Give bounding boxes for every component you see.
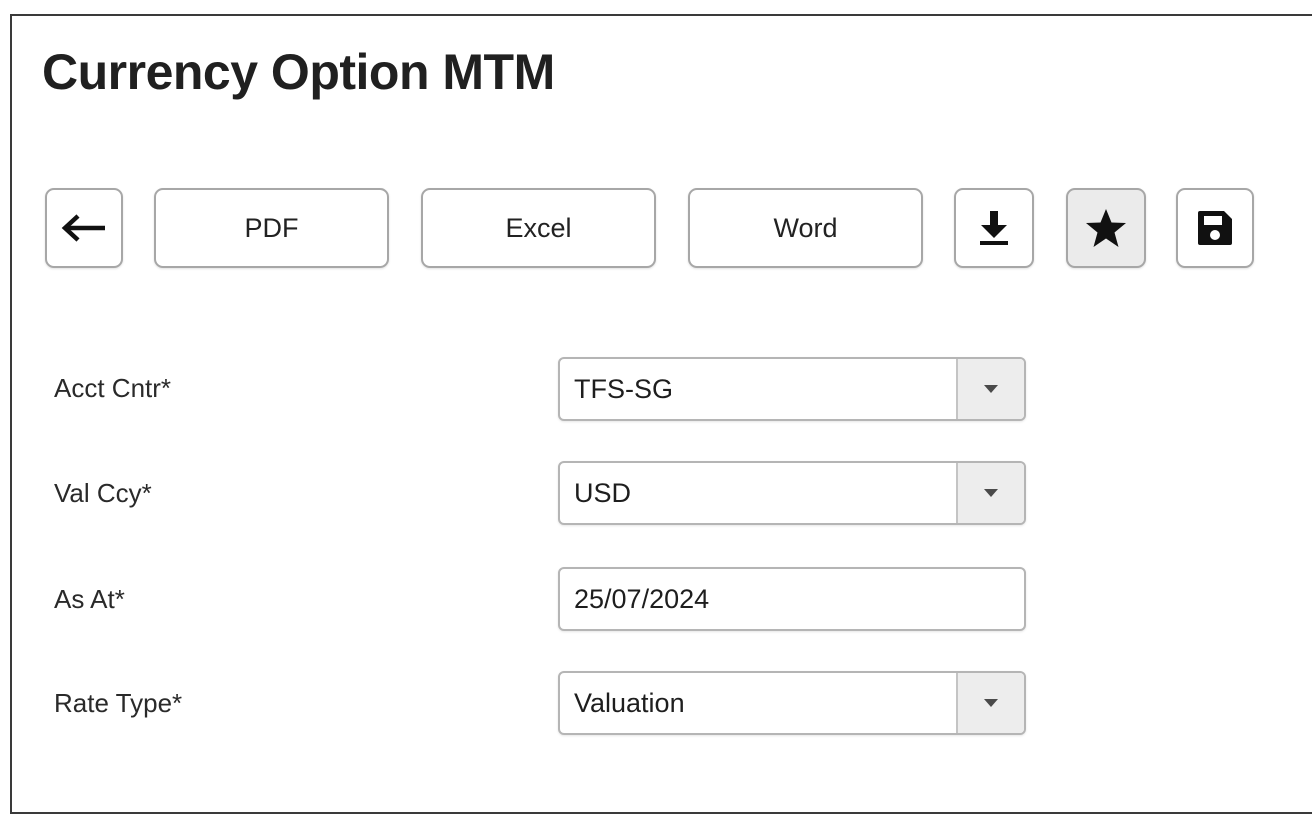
acct-cntr-dropdown-button[interactable] xyxy=(956,359,1024,419)
as-at-date-field[interactable] xyxy=(558,567,1026,631)
pdf-button[interactable]: PDF xyxy=(154,188,389,268)
rate-type-select[interactable]: Valuation xyxy=(558,671,1026,735)
favorite-button[interactable] xyxy=(1066,188,1146,268)
acct-cntr-label: Acct Cntr* xyxy=(54,373,172,403)
val-ccy-select[interactable]: USD xyxy=(558,461,1026,525)
acct-cntr-value: TFS-SG xyxy=(574,373,673,404)
page-title: Currency Option MTM xyxy=(42,44,555,100)
acct-cntr-select[interactable]: TFS-SG xyxy=(558,357,1026,421)
val-ccy-label: Val Ccy* xyxy=(54,478,152,508)
back-button[interactable] xyxy=(45,188,123,268)
download-button[interactable] xyxy=(954,188,1034,268)
as-at-label: As At* xyxy=(54,584,125,614)
as-at-input[interactable] xyxy=(574,583,1024,615)
rate-type-label: Rate Type* xyxy=(54,688,183,718)
chevron-down-icon xyxy=(984,385,998,393)
download-icon xyxy=(976,208,1012,248)
rate-type-value: Valuation xyxy=(574,687,685,718)
excel-button[interactable]: Excel xyxy=(421,188,656,268)
rate-type-dropdown-button[interactable] xyxy=(956,673,1024,733)
val-ccy-value: USD xyxy=(574,477,632,508)
save-button[interactable] xyxy=(1176,188,1254,268)
star-icon xyxy=(1084,207,1128,249)
chevron-down-icon xyxy=(984,699,998,707)
word-button[interactable]: Word xyxy=(688,188,923,268)
arrow-left-icon xyxy=(61,213,107,243)
floppy-disk-icon xyxy=(1195,208,1235,248)
val-ccy-dropdown-button[interactable] xyxy=(956,463,1024,523)
chevron-down-icon xyxy=(984,489,998,497)
